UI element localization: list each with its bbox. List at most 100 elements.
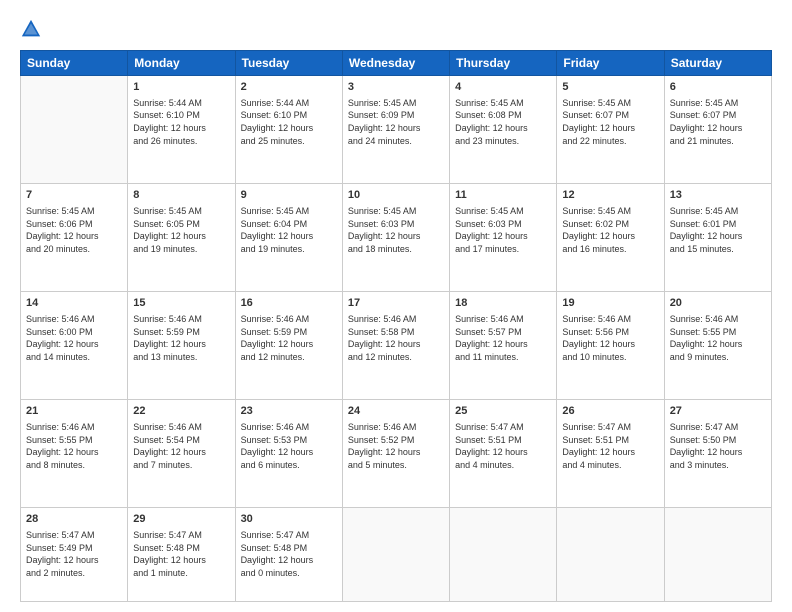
day-number: 4 (455, 80, 551, 95)
calendar-cell: 22 Sunrise: 5:46 AM Sunset: 5:54 PM Dayli… (128, 400, 235, 508)
day-info: Sunrise: 5:46 AM Sunset: 5:59 PM Dayligh… (241, 313, 337, 363)
day-info: Sunrise: 5:46 AM Sunset: 5:53 PM Dayligh… (241, 421, 337, 471)
calendar-cell (342, 508, 449, 602)
calendar-cell: 20 Sunrise: 5:46 AM Sunset: 5:55 PM Dayli… (664, 292, 771, 400)
day-info: Sunrise: 5:46 AM Sunset: 5:59 PM Dayligh… (133, 313, 229, 363)
calendar-cell: 7Sunrise: 5:45 AM Sunset: 6:06 PM Daylig… (21, 184, 128, 292)
calendar-cell: 5 Sunrise: 5:45 AM Sunset: 6:07 PM Daylig… (557, 76, 664, 184)
logo-icon (20, 18, 42, 40)
calendar-cell: 27Sunrise: 5:47 AM Sunset: 5:50 PM Dayli… (664, 400, 771, 508)
day-number: 10 (348, 188, 444, 203)
calendar-cell: 4 Sunrise: 5:45 AM Sunset: 6:08 PM Daylig… (450, 76, 557, 184)
calendar-cell: 13Sunrise: 5:45 AM Sunset: 6:01 PM Dayli… (664, 184, 771, 292)
calendar-cell: 29 Sunrise: 5:47 AM Sunset: 5:48 PM Dayli… (128, 508, 235, 602)
day-number: 26 (562, 404, 658, 419)
day-info: Sunrise: 5:46 AM Sunset: 6:00 PM Dayligh… (26, 313, 122, 363)
day-number: 27 (670, 404, 766, 419)
calendar-cell: 16 Sunrise: 5:46 AM Sunset: 5:59 PM Dayli… (235, 292, 342, 400)
calendar-cell: 18 Sunrise: 5:46 AM Sunset: 5:57 PM Dayli… (450, 292, 557, 400)
day-info: Sunrise: 5:45 AM Sunset: 6:07 PM Dayligh… (562, 97, 658, 147)
weekday-thursday: Thursday (450, 51, 557, 76)
calendar-cell: 2Sunrise: 5:44 AM Sunset: 6:10 PM Daylig… (235, 76, 342, 184)
day-number: 11 (455, 188, 551, 203)
header (20, 18, 772, 40)
day-info: Sunrise: 5:47 AM Sunset: 5:49 PM Dayligh… (26, 529, 122, 579)
calendar-cell: 12Sunrise: 5:45 AM Sunset: 6:02 PM Dayli… (557, 184, 664, 292)
day-number: 9 (241, 188, 337, 203)
day-info: Sunrise: 5:46 AM Sunset: 5:57 PM Dayligh… (455, 313, 551, 363)
day-number: 16 (241, 296, 337, 311)
calendar-cell: 10Sunrise: 5:45 AM Sunset: 6:03 PM Dayli… (342, 184, 449, 292)
day-number: 19 (562, 296, 658, 311)
weekday-friday: Friday (557, 51, 664, 76)
day-number: 1 (133, 80, 229, 95)
logo (20, 18, 46, 40)
day-number: 24 (348, 404, 444, 419)
weekday-tuesday: Tuesday (235, 51, 342, 76)
day-number: 14 (26, 296, 122, 311)
day-number: 15 (133, 296, 229, 311)
calendar-cell: 14 Sunrise: 5:46 AM Sunset: 6:00 PM Dayli… (21, 292, 128, 400)
calendar-cell: 8 Sunrise: 5:45 AM Sunset: 6:05 PM Daylig… (128, 184, 235, 292)
day-number: 8 (133, 188, 229, 203)
day-number: 22 (133, 404, 229, 419)
day-info: Sunrise: 5:45 AM Sunset: 6:04 PM Dayligh… (241, 205, 337, 255)
weekday-saturday: Saturday (664, 51, 771, 76)
day-info: Sunrise: 5:45 AM Sunset: 6:03 PM Dayligh… (455, 205, 551, 255)
day-number: 7 (26, 188, 122, 203)
day-info: Sunrise: 5:46 AM Sunset: 5:54 PM Dayligh… (133, 421, 229, 471)
day-info: Sunrise: 5:45 AM Sunset: 6:05 PM Dayligh… (133, 205, 229, 255)
weekday-monday: Monday (128, 51, 235, 76)
calendar-cell: 11 Sunrise: 5:45 AM Sunset: 6:03 PM Dayli… (450, 184, 557, 292)
weekday-header-row: SundayMondayTuesdayWednesdayThursdayFrid… (21, 51, 772, 76)
calendar-cell: 9 Sunrise: 5:45 AM Sunset: 6:04 PM Daylig… (235, 184, 342, 292)
day-info: Sunrise: 5:45 AM Sunset: 6:08 PM Dayligh… (455, 97, 551, 147)
day-number: 6 (670, 80, 766, 95)
week-row-3: 14 Sunrise: 5:46 AM Sunset: 6:00 PM Dayli… (21, 292, 772, 400)
day-info: Sunrise: 5:46 AM Sunset: 5:58 PM Dayligh… (348, 313, 444, 363)
day-number: 5 (562, 80, 658, 95)
calendar-cell: 28 Sunrise: 5:47 AM Sunset: 5:49 PM Dayli… (21, 508, 128, 602)
weekday-sunday: Sunday (21, 51, 128, 76)
calendar-cell: 26 Sunrise: 5:47 AM Sunset: 5:51 PM Dayli… (557, 400, 664, 508)
week-row-1: 1 Sunrise: 5:44 AM Sunset: 6:10 PM Daylig… (21, 76, 772, 184)
day-number: 28 (26, 512, 122, 527)
page: SundayMondayTuesdayWednesdayThursdayFrid… (0, 0, 792, 612)
day-number: 18 (455, 296, 551, 311)
day-number: 20 (670, 296, 766, 311)
calendar-table: SundayMondayTuesdayWednesdayThursdayFrid… (20, 50, 772, 602)
calendar-cell: 15 Sunrise: 5:46 AM Sunset: 5:59 PM Dayli… (128, 292, 235, 400)
day-info: Sunrise: 5:47 AM Sunset: 5:51 PM Dayligh… (562, 421, 658, 471)
day-info: Sunrise: 5:47 AM Sunset: 5:48 PM Dayligh… (133, 529, 229, 579)
calendar-cell: 17 Sunrise: 5:46 AM Sunset: 5:58 PM Dayli… (342, 292, 449, 400)
day-info: Sunrise: 5:46 AM Sunset: 5:55 PM Dayligh… (670, 313, 766, 363)
calendar-cell: 3Sunrise: 5:45 AM Sunset: 6:09 PM Daylig… (342, 76, 449, 184)
day-info: Sunrise: 5:45 AM Sunset: 6:07 PM Dayligh… (670, 97, 766, 147)
calendar-cell (557, 508, 664, 602)
week-row-2: 7Sunrise: 5:45 AM Sunset: 6:06 PM Daylig… (21, 184, 772, 292)
day-info: Sunrise: 5:47 AM Sunset: 5:51 PM Dayligh… (455, 421, 551, 471)
calendar-cell: 23 Sunrise: 5:46 AM Sunset: 5:53 PM Dayli… (235, 400, 342, 508)
calendar-cell: 25 Sunrise: 5:47 AM Sunset: 5:51 PM Dayli… (450, 400, 557, 508)
day-number: 21 (26, 404, 122, 419)
calendar-cell: 24Sunrise: 5:46 AM Sunset: 5:52 PM Dayli… (342, 400, 449, 508)
calendar-cell (21, 76, 128, 184)
calendar-cell: 19 Sunrise: 5:46 AM Sunset: 5:56 PM Dayli… (557, 292, 664, 400)
calendar-cell: 30Sunrise: 5:47 AM Sunset: 5:48 PM Dayli… (235, 508, 342, 602)
day-info: Sunrise: 5:44 AM Sunset: 6:10 PM Dayligh… (133, 97, 229, 147)
day-number: 23 (241, 404, 337, 419)
day-info: Sunrise: 5:45 AM Sunset: 6:09 PM Dayligh… (348, 97, 444, 147)
day-info: Sunrise: 5:46 AM Sunset: 5:56 PM Dayligh… (562, 313, 658, 363)
day-number: 25 (455, 404, 551, 419)
day-number: 30 (241, 512, 337, 527)
calendar-cell: 6 Sunrise: 5:45 AM Sunset: 6:07 PM Daylig… (664, 76, 771, 184)
week-row-4: 21 Sunrise: 5:46 AM Sunset: 5:55 PM Dayli… (21, 400, 772, 508)
day-number: 13 (670, 188, 766, 203)
calendar-cell (450, 508, 557, 602)
day-number: 12 (562, 188, 658, 203)
day-number: 29 (133, 512, 229, 527)
calendar-cell (664, 508, 771, 602)
calendar-cell: 1 Sunrise: 5:44 AM Sunset: 6:10 PM Daylig… (128, 76, 235, 184)
day-info: Sunrise: 5:46 AM Sunset: 5:55 PM Dayligh… (26, 421, 122, 471)
day-number: 17 (348, 296, 444, 311)
